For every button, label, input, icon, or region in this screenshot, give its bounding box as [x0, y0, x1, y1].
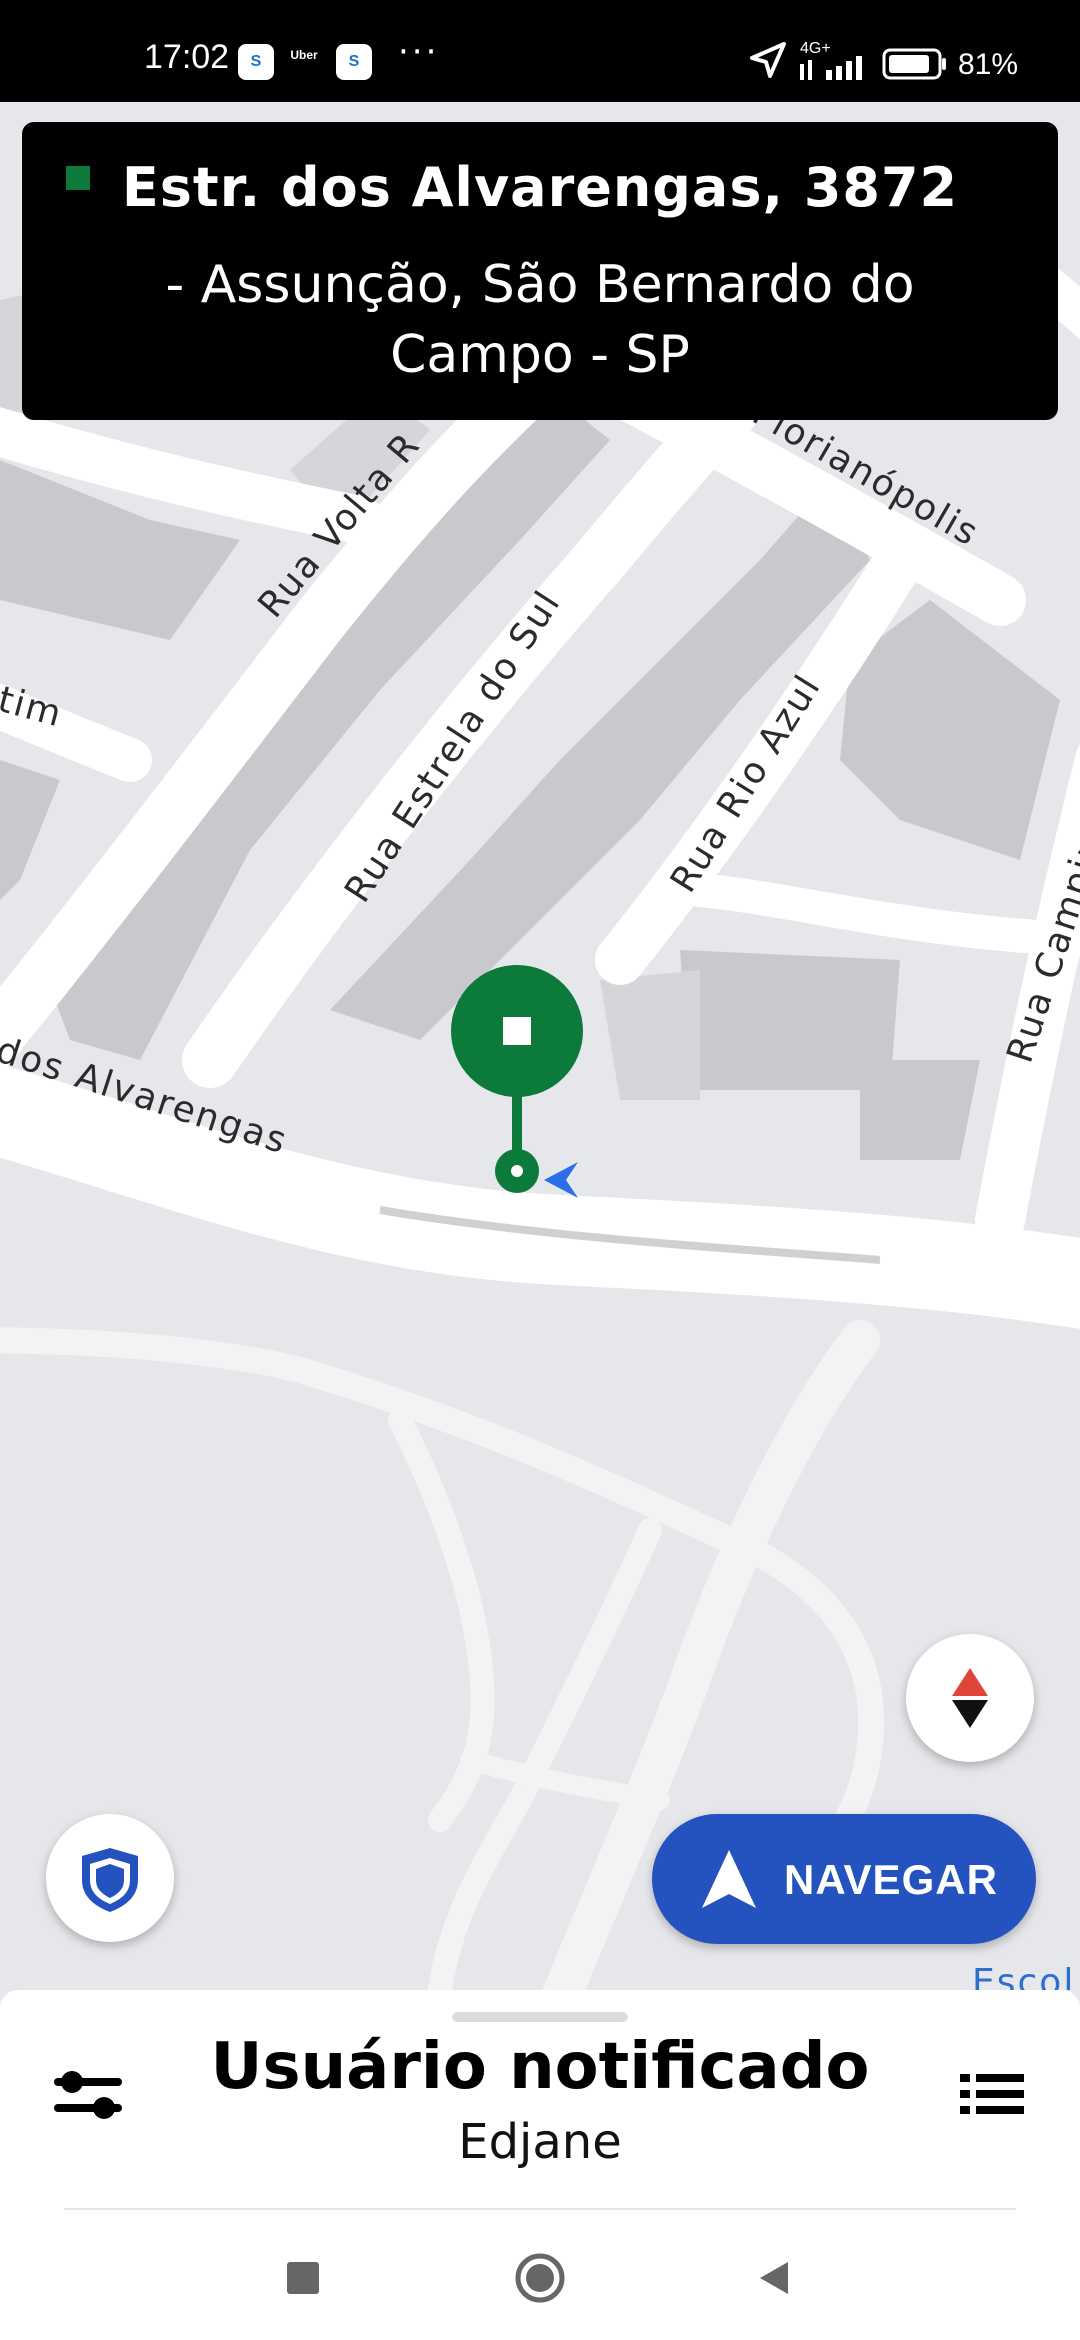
compass-button[interactable]	[906, 1634, 1034, 1762]
safety-button[interactable]	[46, 1814, 174, 1942]
divider	[64, 2208, 1016, 2210]
home-button[interactable]	[508, 2246, 572, 2310]
circle-icon	[515, 2253, 565, 2303]
trip-menu-button[interactable]	[948, 2050, 1036, 2138]
status-time: 17:02	[144, 38, 230, 76]
address-line-2: - Assunção, São Bernardo do Campo - SP	[165, 255, 915, 385]
battery-icon	[882, 48, 946, 80]
uber-notification-icon: Uber	[290, 48, 318, 62]
back-button[interactable]	[742, 2246, 806, 2310]
navigation-arrow-icon	[702, 1850, 756, 1908]
location-arrow-icon	[750, 42, 786, 78]
list-icon	[960, 2074, 1024, 2114]
address-line-1: Estr. dos Alvarengas, 3872	[121, 156, 959, 219]
navigate-button[interactable]: NAVEGAR	[652, 1814, 1036, 1944]
trip-status-title: Usuário notificado	[210, 2030, 870, 2104]
more-notifications-icon: ···	[398, 32, 440, 72]
recent-apps-button[interactable]	[271, 2246, 335, 2310]
notification-app-icon: S	[336, 44, 372, 80]
square-icon	[287, 2262, 319, 2294]
poi-label-escola: Escol	[972, 1962, 1075, 1990]
compass-icon	[952, 1668, 988, 1728]
notification-app-icon: S	[238, 44, 274, 80]
rider-name: Edjane	[458, 2114, 622, 2170]
status-bar: 17:02 S Uber S ··· 4G+ 81%	[0, 0, 1080, 102]
shield-icon	[82, 1848, 138, 1912]
sheet-drag-handle[interactable]	[452, 2012, 628, 2022]
back-triangle-icon	[760, 2262, 788, 2294]
address-banner: Estr. dos Alvarengas, 3872 - Assunção, S…	[22, 122, 1058, 420]
signal-icon	[800, 56, 862, 80]
battery-percent: 81%	[958, 48, 1019, 81]
navigate-label: NAVEGAR	[784, 1856, 998, 1903]
